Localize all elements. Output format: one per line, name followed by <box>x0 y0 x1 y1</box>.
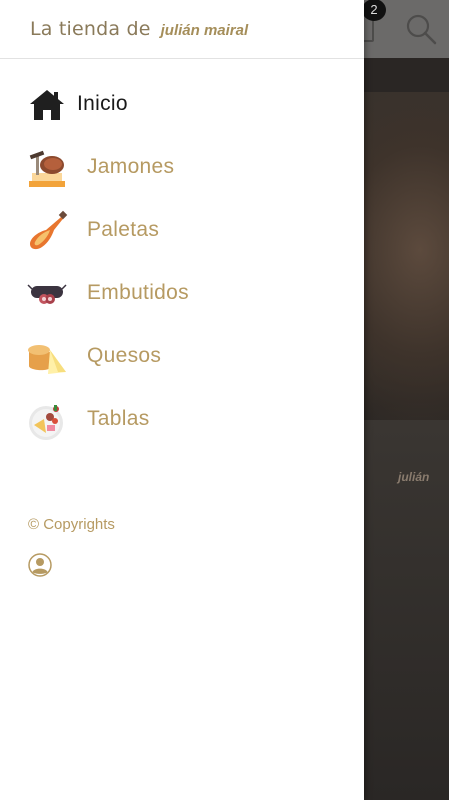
nav-label-tablas: Tablas <box>87 407 150 430</box>
navigation-drawer: La tienda de julián mairal Inicio Jamone… <box>0 0 364 800</box>
background-banner <box>364 58 449 92</box>
user-icon[interactable] <box>28 553 52 577</box>
brand-name: julián mairal <box>160 22 249 39</box>
platter-icon <box>29 405 63 440</box>
brand-logo[interactable]: La tienda de julián mairal <box>30 18 248 40</box>
nav-label-embutidos: Embutidos <box>87 281 189 304</box>
nav-item-quesos[interactable]: Quesos <box>0 332 364 380</box>
nav-item-jamones[interactable]: Jamones <box>0 143 364 191</box>
nav-label-jamones: Jamones <box>87 155 175 178</box>
background-logo: julián <box>398 470 430 484</box>
ham-icon <box>29 150 65 187</box>
cart-count-badge: 2 <box>362 0 386 21</box>
nav-item-embutidos[interactable]: Embutidos <box>0 269 364 317</box>
search-icon[interactable] <box>404 12 438 46</box>
cheese-icon <box>28 345 66 374</box>
nav-item-tablas[interactable]: Tablas <box>0 395 364 443</box>
paleta-icon <box>30 210 68 250</box>
drawer-header: La tienda de julián mairal <box>0 0 364 59</box>
nav-item-paletas[interactable]: Paletas <box>0 206 364 254</box>
nav-label-inicio: Inicio <box>77 92 128 115</box>
brand-prefix: La tienda de <box>30 18 151 40</box>
sausage-icon <box>27 284 67 304</box>
copyright-text: © Copyrights <box>28 516 115 533</box>
nav-label-quesos: Quesos <box>87 344 162 367</box>
home-icon <box>30 90 64 120</box>
nav-item-inicio[interactable]: Inicio <box>0 80 364 128</box>
nav-label-paletas: Paletas <box>87 218 160 241</box>
